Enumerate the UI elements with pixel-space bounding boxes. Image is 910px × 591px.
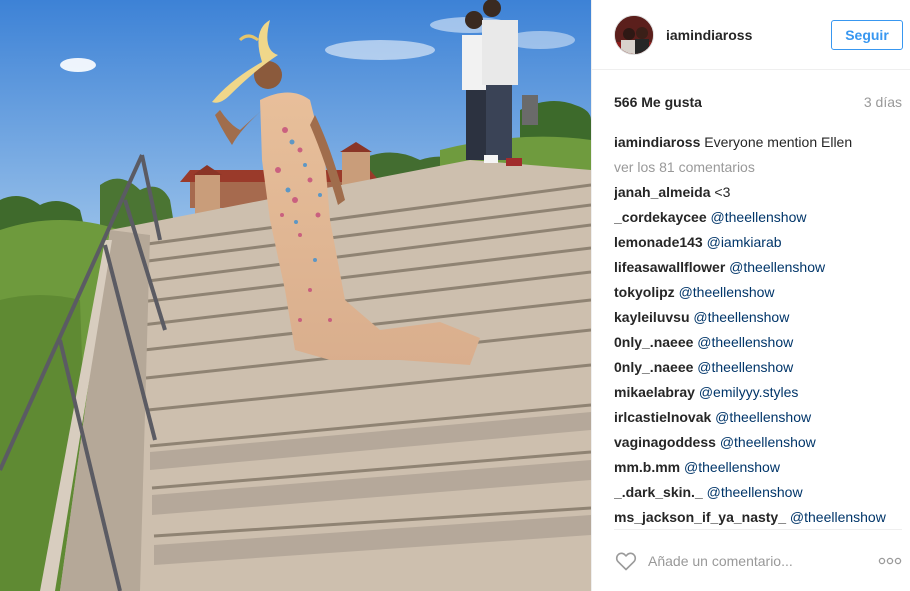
- comment-row: 0nly_.naeee @theellenshow: [614, 330, 902, 355]
- comment-row: mm.b.mm @theellenshow: [614, 455, 902, 480]
- post-age[interactable]: 3 días: [864, 94, 902, 110]
- post-sidebar: iamindiaross Seguir 566 Me gusta 3 días …: [591, 0, 910, 591]
- comment-mention[interactable]: @theellenshow: [684, 459, 780, 475]
- comment-username[interactable]: _cordekaycee: [614, 209, 707, 225]
- comment-row: ms_jackson_if_ya_nasty_ @theellenshow: [614, 505, 902, 530]
- comment-row: _cordekaycee @theellenshow: [614, 205, 902, 230]
- more-options-icon[interactable]: [878, 549, 902, 573]
- follow-button[interactable]: Seguir: [831, 19, 903, 50]
- comment-row: _.dark_skin._ @theellenshow: [614, 480, 902, 505]
- comment-username[interactable]: mikaelabray: [614, 384, 695, 400]
- comment-username[interactable]: janah_almeida: [614, 184, 711, 200]
- caption-username[interactable]: iamindiaross: [614, 134, 700, 150]
- comment-mention[interactable]: @theellenshow: [715, 409, 811, 425]
- comment-row: vaginagoddess @theellenshow: [614, 430, 902, 455]
- comment-username[interactable]: tokyolipz: [614, 284, 675, 300]
- post-footer: [614, 529, 902, 591]
- more-options-icon-svg: [878, 557, 902, 564]
- comment-username[interactable]: lemonade143: [614, 234, 703, 250]
- post-header: iamindiaross Seguir: [592, 0, 910, 70]
- post-username[interactable]: iamindiaross: [666, 27, 831, 43]
- comment-mention[interactable]: @theellenshow: [693, 309, 789, 325]
- comment-mention[interactable]: @theellenshow: [707, 484, 803, 500]
- comment-username[interactable]: lifeasawallflower: [614, 259, 725, 275]
- avatar[interactable]: [614, 14, 654, 55]
- comment-row: kayleiluvsu @theellenshow: [614, 305, 902, 330]
- comment-row: janah_almeida <3: [614, 180, 902, 205]
- post-photo-image: [0, 0, 591, 591]
- comment-mention[interactable]: @theellenshow: [679, 284, 775, 300]
- comment-mention[interactable]: @theellenshow: [790, 509, 886, 525]
- comment-row: lemonade143 @iamkiarab: [614, 230, 902, 255]
- comment-username[interactable]: kayleiluvsu: [614, 309, 690, 325]
- comment-row: irlcastielnovak @theellenshow: [614, 405, 902, 430]
- comment-mention[interactable]: @theellenshow: [711, 209, 807, 225]
- view-all-comments-link[interactable]: ver los 81 comentarios: [614, 159, 755, 175]
- comment-username[interactable]: irlcastielnovak: [614, 409, 711, 425]
- view-all-comments-row: ver los 81 comentarios: [614, 155, 902, 180]
- comment-username[interactable]: 0nly_.naeee: [614, 359, 693, 375]
- post-stats: 566 Me gusta 3 días: [614, 92, 902, 112]
- comment-row: lifeasawallflower @theellenshow: [614, 255, 902, 280]
- comment-mention[interactable]: @emilyyy.styles: [699, 384, 799, 400]
- comment-username[interactable]: vaginagoddess: [614, 434, 716, 450]
- comment-row: 0nly_.naeee @theellenshow: [614, 355, 902, 380]
- caption: iamindiaross Everyone mention Ellen: [614, 130, 902, 155]
- comment-username[interactable]: 0nly_.naeee: [614, 334, 693, 350]
- comment-row: tokyolipz @theellenshow: [614, 280, 902, 305]
- comment-mention[interactable]: @theellenshow: [729, 259, 825, 275]
- comments-list: iamindiaross Everyone mention Ellen ver …: [614, 130, 902, 530]
- heart-outline-icon-svg: [615, 552, 637, 570]
- heart-outline-icon[interactable]: [614, 549, 638, 573]
- instagram-post: iamindiaross Seguir 566 Me gusta 3 días …: [0, 0, 910, 591]
- comment-username[interactable]: mm.b.mm: [614, 459, 680, 475]
- comment-mention[interactable]: @theellenshow: [697, 334, 793, 350]
- add-comment-input[interactable]: [648, 552, 878, 569]
- avatar-image: [615, 15, 653, 54]
- comment-row: mikaelabray @emilyyy.styles: [614, 380, 902, 405]
- post-photo[interactable]: [0, 0, 591, 591]
- comment-username[interactable]: ms_jackson_if_ya_nasty_: [614, 509, 786, 525]
- comment-mention[interactable]: @theellenshow: [697, 359, 793, 375]
- comment-username[interactable]: _.dark_skin._: [614, 484, 703, 500]
- comment-mention[interactable]: @iamkiarab: [707, 234, 782, 250]
- comment-mention[interactable]: @theellenshow: [720, 434, 816, 450]
- comment-text: <3: [714, 184, 731, 200]
- caption-text: Everyone mention Ellen: [704, 134, 853, 150]
- likes-count[interactable]: 566 Me gusta: [614, 94, 702, 110]
